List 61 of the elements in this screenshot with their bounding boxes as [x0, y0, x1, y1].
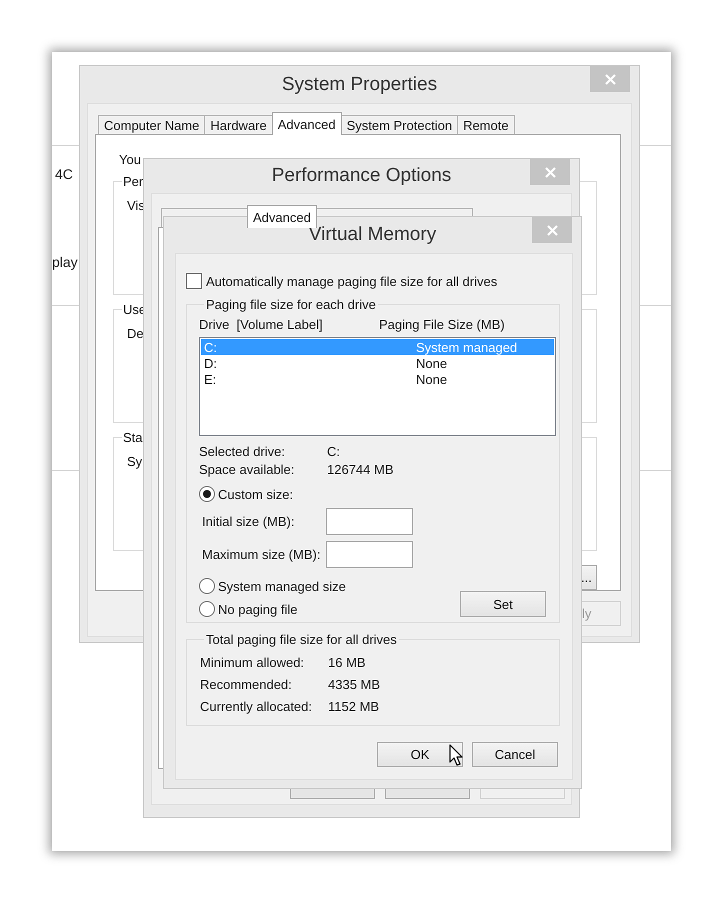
- column-header: Drive [Volume Label]: [199, 317, 324, 332]
- close-icon: [604, 74, 616, 84]
- info-label: Selected drive:: [199, 444, 286, 458]
- button-edge[interactable]: [480, 788, 565, 799]
- tab[interactable]: Remote: [457, 115, 515, 134]
- background-text: play: [52, 254, 78, 270]
- total-value: 16 MB: [328, 654, 366, 670]
- paging-size: None: [416, 372, 448, 386]
- dialog-button[interactable]: OK: [377, 742, 463, 767]
- mouse-pointer-icon: [449, 744, 463, 767]
- drive-letter: C:: [204, 340, 218, 354]
- close-button[interactable]: [530, 159, 570, 185]
- radio-button[interactable]: [199, 486, 215, 502]
- background-text: 4C: [55, 166, 73, 182]
- window-title: Performance Options: [272, 165, 452, 187]
- total-label: Minimum allowed:: [200, 654, 306, 670]
- drive-letter: E:: [204, 372, 218, 386]
- drive-letter: D:: [204, 356, 218, 370]
- dialog-button[interactable]: Cancel: [472, 742, 558, 767]
- total-value: 4335 MB: [328, 676, 380, 692]
- radio-label: Custom size:: [218, 486, 294, 502]
- paging-size: None: [416, 356, 448, 370]
- window-title: System Properties: [282, 74, 438, 96]
- set-button[interactable]: Set: [460, 591, 546, 617]
- radio-button[interactable]: [199, 601, 215, 617]
- group-label: Per: [122, 174, 144, 189]
- checkbox-label: Automatically manage paging file size for all drives: [206, 274, 498, 288]
- close-icon: [546, 224, 558, 236]
- close-button[interactable]: [590, 66, 630, 92]
- tab[interactable]: System Protection: [340, 115, 458, 134]
- field-label: Initial size (MB):: [202, 514, 296, 529]
- tab[interactable]: Advanced: [272, 112, 342, 135]
- close-button[interactable]: [532, 217, 572, 243]
- tab[interactable]: Computer Name: [98, 115, 206, 134]
- notice-text: You: [119, 152, 142, 167]
- input-field[interactable]: [326, 508, 413, 535]
- info-label: Space available:: [199, 462, 296, 476]
- total-label: Recommended:: [200, 676, 293, 692]
- checkbox[interactable]: [186, 273, 202, 289]
- drive-row[interactable]: E: None: [201, 371, 554, 387]
- group-label: Paging file size for each drive: [205, 297, 377, 312]
- button-edge[interactable]: [385, 788, 470, 799]
- paging-size: System managed: [416, 340, 518, 354]
- field-label: Maximum size (MB):: [202, 547, 322, 562]
- radio-label: System managed size: [218, 578, 346, 594]
- total-value: 1152 MB: [328, 698, 380, 714]
- input-field[interactable]: [326, 541, 413, 568]
- info-value: C:: [327, 444, 340, 458]
- close-icon: [544, 166, 556, 178]
- tab[interactable]: Advanced: [247, 205, 317, 228]
- button-edge[interactable]: [290, 788, 375, 799]
- group-text: Sy: [127, 454, 142, 469]
- total-label: Currently allocated:: [200, 698, 313, 714]
- column-header: Paging File Size (MB): [379, 317, 505, 332]
- drive-row[interactable]: D: None: [201, 355, 554, 371]
- group-label: Total paging file size for all drives: [205, 632, 398, 647]
- group-label: Sta: [122, 430, 144, 445]
- info-value: 126744 MB: [327, 462, 394, 476]
- radio-button[interactable]: [199, 578, 215, 594]
- radio-label: No paging file: [218, 602, 298, 616]
- group-text: De: [127, 326, 144, 341]
